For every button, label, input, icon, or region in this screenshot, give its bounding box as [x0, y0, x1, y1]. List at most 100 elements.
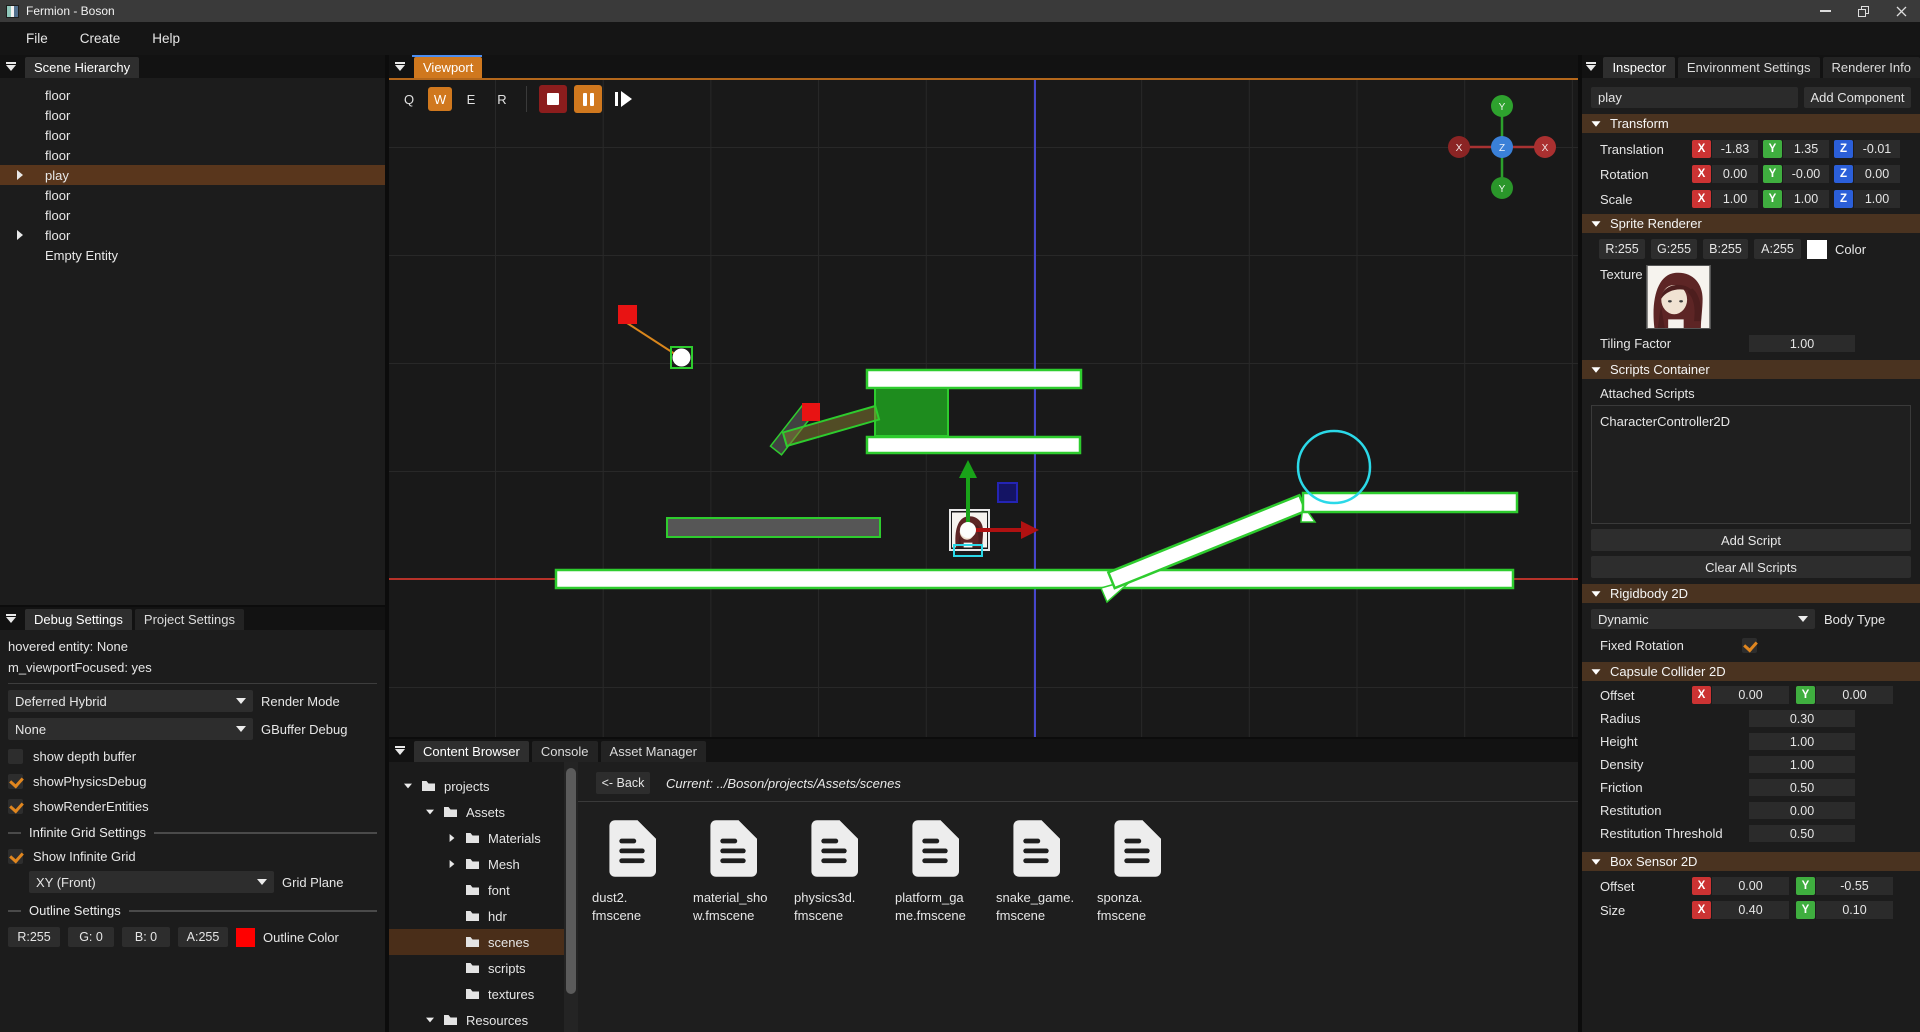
- sprite-r-field[interactable]: R:255: [1599, 239, 1645, 259]
- show-render-entities-checkbox[interactable]: [8, 799, 23, 814]
- x-badge[interactable]: X: [1692, 190, 1711, 208]
- maximize-button[interactable]: [1844, 0, 1882, 22]
- tree-item-projects[interactable]: projects: [389, 773, 564, 799]
- tab-asset-manager[interactable]: Asset Manager: [601, 741, 706, 762]
- tree-item-assets[interactable]: Assets: [389, 799, 564, 825]
- minimize-button[interactable]: [1806, 0, 1844, 22]
- z-badge[interactable]: Z: [1834, 165, 1853, 183]
- translation-z[interactable]: -0.01: [1854, 140, 1900, 158]
- y-badge[interactable]: Y: [1796, 686, 1815, 704]
- panel-collapse-icon[interactable]: [389, 739, 411, 762]
- add-component-button[interactable]: Add Component: [1804, 87, 1911, 108]
- z-badge[interactable]: Z: [1834, 140, 1853, 158]
- z-badge[interactable]: Z: [1834, 190, 1853, 208]
- gizmo-origin[interactable]: [960, 522, 976, 538]
- entity-red-anchor[interactable]: [618, 305, 637, 324]
- entity-ground-platform[interactable]: [556, 570, 1513, 588]
- outline-color-swatch[interactable]: [236, 928, 255, 947]
- script-item[interactable]: CharacterController2D: [1600, 414, 1902, 429]
- tool-q-button[interactable]: Q: [397, 87, 421, 111]
- panel-collapse-icon[interactable]: [389, 55, 411, 78]
- entity-gray-platform[interactable]: [667, 518, 880, 537]
- hierarchy-item-floor[interactable]: floor: [0, 125, 385, 145]
- file-sponza[interactable]: sponza. fmscene: [1092, 820, 1182, 925]
- scrollbar-thumb[interactable]: [566, 768, 576, 994]
- y-badge[interactable]: Y: [1763, 140, 1782, 158]
- show-physics-debug-checkbox[interactable]: [8, 774, 23, 789]
- box-offset-x[interactable]: 0.00: [1712, 877, 1789, 895]
- restitution-threshold-value[interactable]: 0.50: [1749, 825, 1855, 842]
- x-badge[interactable]: X: [1692, 165, 1711, 183]
- orientation-gizmo[interactable]: Y Y X X Z: [1448, 95, 1556, 199]
- tree-item-mesh[interactable]: Mesh: [389, 851, 564, 877]
- capsule-offset-x[interactable]: 0.00: [1712, 686, 1789, 704]
- tool-e-button[interactable]: E: [459, 87, 483, 111]
- outline-a-field[interactable]: A:255: [178, 927, 228, 947]
- fixed-rotation-checkbox[interactable]: [1742, 638, 1757, 653]
- tab-console[interactable]: Console: [532, 741, 598, 762]
- radius-value[interactable]: 0.30: [1749, 710, 1855, 727]
- file-physics3d[interactable]: physics3d. fmscene: [789, 820, 879, 925]
- y-badge[interactable]: Y: [1796, 877, 1815, 895]
- transform-header[interactable]: Transform: [1582, 114, 1920, 133]
- hierarchy-item-floor[interactable]: floor: [0, 105, 385, 125]
- scale-x[interactable]: 1.00: [1712, 190, 1758, 208]
- step-button[interactable]: [609, 85, 637, 113]
- tool-w-button[interactable]: W: [428, 87, 452, 111]
- body-type-dropdown[interactable]: Dynamic: [1591, 609, 1815, 629]
- y-badge[interactable]: Y: [1796, 901, 1815, 919]
- rotation-z[interactable]: 0.00: [1854, 165, 1900, 183]
- stop-button[interactable]: [539, 85, 567, 113]
- viewport-grid[interactable]: Q W E R: [389, 80, 1578, 737]
- box-offset-y[interactable]: -0.55: [1816, 877, 1893, 895]
- box-size-x[interactable]: 0.40: [1712, 901, 1789, 919]
- tree-item-hdr[interactable]: hdr: [389, 903, 564, 929]
- tool-r-button[interactable]: R: [490, 87, 514, 111]
- show-depth-buffer-checkbox[interactable]: [8, 749, 23, 764]
- hierarchy-item-floor[interactable]: floor: [0, 225, 385, 245]
- x-badge[interactable]: X: [1692, 877, 1711, 895]
- sprite-b-field[interactable]: B:255: [1703, 239, 1748, 259]
- y-badge[interactable]: Y: [1763, 190, 1782, 208]
- entity-white-ball[interactable]: [673, 349, 691, 367]
- menu-file[interactable]: File: [26, 31, 48, 46]
- entity-name-input[interactable]: play: [1591, 87, 1798, 108]
- tab-debug-settings[interactable]: Debug Settings: [25, 609, 132, 630]
- box-size-y[interactable]: 0.10: [1816, 901, 1893, 919]
- box-sensor-header[interactable]: Box Sensor 2D: [1582, 852, 1920, 871]
- attached-scripts-list[interactable]: CharacterController2D: [1591, 405, 1911, 524]
- tiling-factor-value[interactable]: 1.00: [1749, 335, 1855, 352]
- file-snake-game[interactable]: snake_game. fmscene: [991, 820, 1081, 925]
- x-badge[interactable]: X: [1692, 686, 1711, 704]
- entity-red-anchor[interactable]: [802, 403, 820, 421]
- close-button[interactable]: [1882, 0, 1920, 22]
- tab-inspector[interactable]: Inspector: [1603, 57, 1674, 78]
- hierarchy-item-floor[interactable]: floor: [0, 85, 385, 105]
- menu-help[interactable]: Help: [152, 31, 180, 46]
- clear-all-scripts-button[interactable]: Clear All Scripts: [1591, 556, 1911, 578]
- outline-g-field[interactable]: G: 0: [68, 927, 114, 947]
- scripts-container-header[interactable]: Scripts Container: [1582, 360, 1920, 379]
- grid-plane-dropdown[interactable]: XY (Front): [29, 871, 274, 893]
- sprite-g-field[interactable]: G:255: [1651, 239, 1697, 259]
- tree-scrollbar[interactable]: [564, 762, 578, 1032]
- panel-collapse-icon[interactable]: [0, 55, 22, 78]
- hierarchy-item-floor[interactable]: floor: [0, 205, 385, 225]
- file-dust2[interactable]: dust2. fmscene: [587, 820, 677, 925]
- back-button[interactable]: <- Back: [596, 772, 650, 794]
- entity-blue-square[interactable]: [998, 483, 1017, 502]
- rigidbody-header[interactable]: Rigidbody 2D: [1582, 584, 1920, 603]
- tab-renderer-info[interactable]: Renderer Info: [1823, 57, 1920, 78]
- friction-value[interactable]: 0.50: [1749, 779, 1855, 796]
- tab-environment-settings[interactable]: Environment Settings: [1678, 57, 1820, 78]
- sprite-renderer-header[interactable]: Sprite Renderer: [1582, 214, 1920, 233]
- tree-item-resources[interactable]: Resources: [389, 1007, 564, 1032]
- translation-x[interactable]: -1.83: [1712, 140, 1758, 158]
- sprite-a-field[interactable]: A:255: [1754, 239, 1801, 259]
- scale-z[interactable]: 1.00: [1854, 190, 1900, 208]
- tab-content-browser[interactable]: Content Browser: [414, 741, 529, 762]
- outline-r-field[interactable]: R:255: [8, 927, 60, 947]
- height-value[interactable]: 1.00: [1749, 733, 1855, 750]
- add-script-button[interactable]: Add Script: [1591, 529, 1911, 551]
- y-badge[interactable]: Y: [1763, 165, 1782, 183]
